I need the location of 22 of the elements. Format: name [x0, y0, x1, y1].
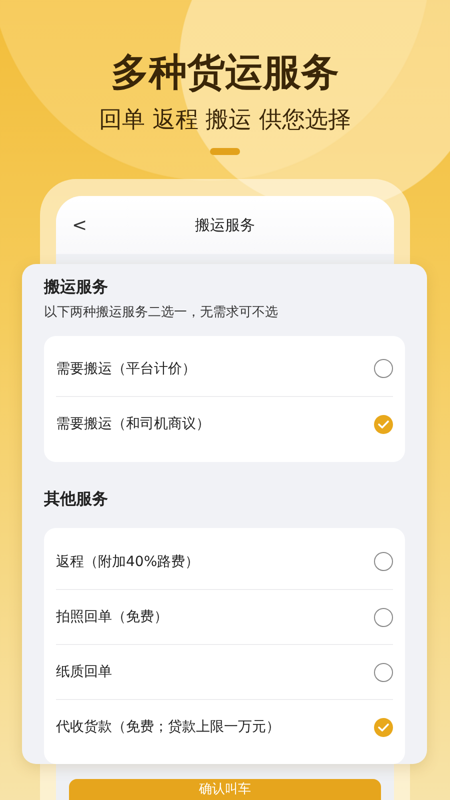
back-button[interactable]: <	[72, 214, 88, 236]
check-icon	[378, 420, 389, 428]
option-label: 需要搬运（和司机商议）	[56, 415, 210, 433]
radio-button[interactable]	[374, 662, 393, 682]
headline: 多种货运服务	[111, 50, 339, 94]
radio-button[interactable]	[374, 414, 393, 434]
check-icon	[378, 722, 389, 732]
subheadline: 回单 返程 搬运 供您选择	[99, 106, 351, 135]
radio-button[interactable]	[374, 608, 393, 626]
section-title: 其他服务	[44, 488, 109, 510]
radio-button[interactable]	[374, 552, 393, 571]
radio-button[interactable]	[374, 718, 393, 736]
option-label: 代收货款（免费；贷款上限一万元）	[56, 718, 280, 736]
radio-button[interactable]	[374, 359, 393, 378]
option-label: 返程（附加40%路费）	[56, 552, 200, 570]
section-title: 搬运服务	[44, 276, 109, 298]
screen-title: 搬运服务	[195, 216, 255, 234]
option-label: 需要搬运（平台计价）	[56, 360, 196, 378]
accent-bar	[210, 148, 240, 155]
option-label: 纸质回单	[56, 663, 112, 681]
section-hint: 以下两种搬运服务二选一，无需求可不选	[44, 304, 279, 322]
option-label: 拍照回单（免费）	[56, 608, 168, 626]
